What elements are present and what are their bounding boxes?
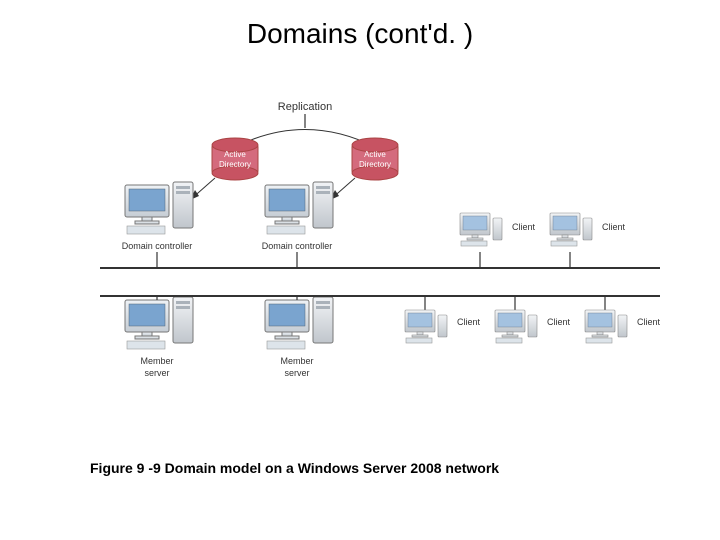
ms2-label-1: Member xyxy=(280,356,313,366)
client-2-icon xyxy=(550,213,592,246)
network-diagram: Replication Active Directory xyxy=(100,100,660,420)
figure-caption: Figure 9 -9 Domain model on a Windows Se… xyxy=(90,460,499,476)
client-5-icon xyxy=(585,310,627,343)
active-directory-1-icon: Active Directory xyxy=(212,138,258,180)
dc2-label: Domain controller xyxy=(262,241,333,251)
diagram-svg: Replication Active Directory xyxy=(100,100,660,420)
member-server-1-icon xyxy=(125,297,193,349)
client-3-label: Client xyxy=(457,317,481,327)
ad2-label-2: Directory xyxy=(359,160,391,169)
ad1-label-1: Active xyxy=(224,150,246,159)
ms1-label-1: Member xyxy=(140,356,173,366)
member-server-2-icon xyxy=(265,297,333,349)
dc1-label: Domain controller xyxy=(122,241,193,251)
ms1-label-2: server xyxy=(144,368,169,378)
replication-label: Replication xyxy=(278,101,332,113)
client-4-label: Client xyxy=(547,317,571,327)
client-4-icon xyxy=(495,310,537,343)
active-directory-2-icon: Active Directory xyxy=(352,138,398,180)
slide-root: Domains (cont'd. ) Figure 9 -9 Domain mo… xyxy=(0,0,720,540)
ad2-label-1: Active xyxy=(364,150,386,159)
client-3-icon xyxy=(405,310,447,343)
domain-controller-2-icon xyxy=(265,182,333,234)
client-5-label: Client xyxy=(637,317,660,327)
domain-controller-1-icon xyxy=(125,182,193,234)
client-2-label: Client xyxy=(602,222,626,232)
client-1-label: Client xyxy=(512,222,536,232)
client-1-icon xyxy=(460,213,502,246)
ms2-label-2: server xyxy=(284,368,309,378)
slide-title: Domains (cont'd. ) xyxy=(0,18,720,50)
ad1-label-2: Directory xyxy=(219,160,251,169)
